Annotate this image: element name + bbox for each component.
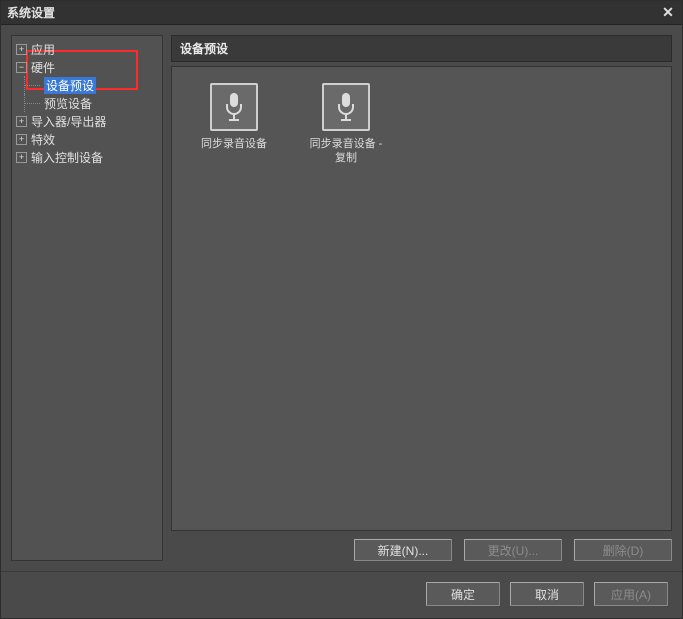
tree-item-label: 预览设备: [44, 95, 92, 112]
tree-item-label: 输入控制设备: [31, 149, 103, 166]
tree-item-label: 导入器/导出器: [31, 113, 106, 130]
change-button[interactable]: 更改(U)...: [464, 539, 562, 561]
window-title: 系统设置: [7, 4, 55, 21]
expand-icon[interactable]: +: [16, 44, 27, 55]
window-body: + 应用 − 硬件 设备预设 预览设备 + 导入器/导出器 + 特效 +: [1, 25, 682, 571]
tree-item-preview-device[interactable]: 预览设备: [14, 94, 160, 112]
expand-icon[interactable]: +: [16, 134, 27, 145]
delete-button[interactable]: 删除(D): [574, 539, 672, 561]
device-item[interactable]: 同步录音设备: [192, 83, 276, 151]
ok-button[interactable]: 确定: [426, 582, 500, 606]
content-header: 设备预设: [171, 35, 672, 62]
new-button[interactable]: 新建(N)...: [354, 539, 452, 561]
tree-panel: + 应用 − 硬件 设备预设 预览设备 + 导入器/导出器 + 特效 +: [11, 35, 163, 561]
device-label: 同步录音设备: [201, 137, 267, 151]
content-panel: 设备预设 同步录音设备 同步录音设备 - 复制 新建(N)... 更改(U: [171, 35, 672, 561]
tree-item-effects[interactable]: + 特效: [14, 130, 160, 148]
settings-window: 系统设置 ✕ + 应用 − 硬件 设备预设 预览设备 + 导入器/导出器: [0, 0, 683, 619]
dialog-buttons: 确定 取消 应用(A): [1, 571, 682, 618]
expand-icon[interactable]: +: [16, 116, 27, 127]
cancel-button[interactable]: 取消: [510, 582, 584, 606]
tree-item-hardware[interactable]: − 硬件: [14, 58, 160, 76]
expand-icon[interactable]: +: [16, 152, 27, 163]
close-icon[interactable]: ✕: [660, 5, 676, 21]
tree-item-label: 特效: [31, 131, 55, 148]
tree-item-label: 硬件: [31, 59, 55, 76]
collapse-icon[interactable]: −: [16, 62, 27, 73]
tree-item-app[interactable]: + 应用: [14, 40, 160, 58]
tree-item-label: 应用: [31, 41, 55, 58]
tree-item-device-preset[interactable]: 设备预设: [14, 76, 160, 94]
microphone-icon: [210, 83, 258, 131]
tree-item-label: 设备预设: [44, 77, 96, 94]
titlebar: 系统设置 ✕: [1, 1, 682, 25]
device-action-row: 新建(N)... 更改(U)... 删除(D): [171, 539, 672, 561]
device-list: 同步录音设备 同步录音设备 - 复制: [171, 66, 672, 531]
device-item[interactable]: 同步录音设备 - 复制: [304, 83, 388, 166]
tree-item-input-control[interactable]: + 输入控制设备: [14, 148, 160, 166]
tree-item-importer-exporter[interactable]: + 导入器/导出器: [14, 112, 160, 130]
device-label: 同步录音设备 - 复制: [304, 137, 388, 166]
apply-button[interactable]: 应用(A): [594, 582, 668, 606]
microphone-icon: [322, 83, 370, 131]
